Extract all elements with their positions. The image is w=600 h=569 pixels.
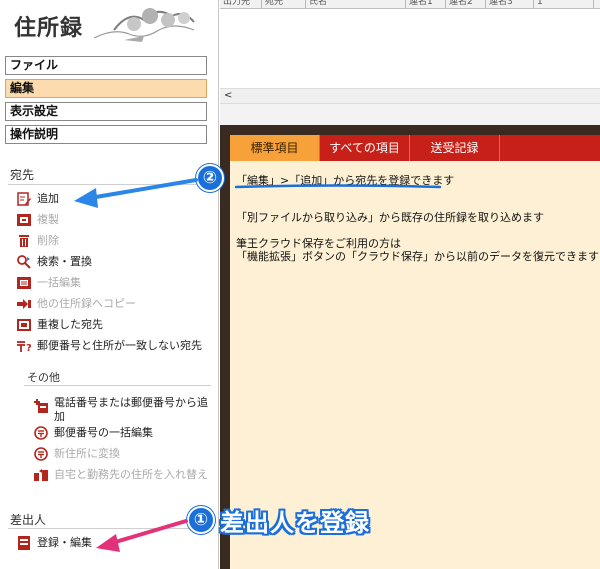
sidebar-item-copy-to-other[interactable]: 他の住所録へコピー bbox=[17, 295, 212, 313]
sidebar-item-postal-bulk-edit[interactable]: 郵便番号の一括編集 bbox=[34, 424, 212, 442]
swap-address-icon bbox=[34, 469, 48, 481]
duplicate-recipient-icon bbox=[17, 319, 31, 331]
grid-header: 出力先 宛先 氏名 連名1 連名2 連名3 1 bbox=[220, 0, 600, 9]
section-divider bbox=[24, 385, 211, 386]
info-line-import: 「別ファイルから取り込み」から既存の住所録を取り込めます bbox=[236, 211, 544, 224]
panel-gap bbox=[220, 104, 600, 125]
tab-bar: 標準項目 すべての項目 送受記録 bbox=[230, 135, 600, 161]
annotation-number-2: ② bbox=[196, 164, 224, 192]
column-header[interactable]: 宛先 bbox=[262, 0, 306, 8]
sidebar-item-search-replace[interactable]: 検索・置換 bbox=[17, 253, 212, 271]
add-edit-icon bbox=[17, 192, 31, 206]
menu-edit[interactable]: 編集 bbox=[5, 79, 207, 98]
sidebar-item-label: 自宅と勤務先の住所を入れ替え bbox=[54, 468, 208, 481]
sidebar-item-label: 重複した宛先 bbox=[37, 318, 103, 331]
info-line-cloud-restore: 「機能拡張」ボタンの「クラウド保存」から以前のデータを復元できます bbox=[236, 250, 599, 263]
annotation-arrow-pink-icon bbox=[96, 519, 188, 552]
sidebar-item-label: 一括編集 bbox=[37, 276, 81, 289]
tab-all-items[interactable]: すべての項目 bbox=[320, 135, 410, 161]
menu-file[interactable]: ファイル bbox=[5, 56, 207, 75]
postal-mismatch-icon: ? bbox=[17, 341, 31, 353]
column-header[interactable]: 連名2 bbox=[446, 0, 486, 8]
bulk-edit-icon bbox=[17, 277, 31, 289]
sidebar-item-bulk-edit[interactable]: 一括編集 bbox=[17, 274, 212, 292]
annotation-arrow-blue-icon bbox=[74, 178, 198, 208]
sidebar-item-duplicate[interactable]: 複製 bbox=[17, 211, 212, 229]
sidebar-item-delete[interactable]: 削除 bbox=[17, 232, 212, 250]
section-title-recipient: 宛先 bbox=[10, 168, 35, 182]
duplicate-icon bbox=[17, 214, 31, 226]
sidebar-item-label: 削除 bbox=[37, 234, 59, 247]
copy-arrow-icon bbox=[17, 299, 31, 309]
horizontal-scrollbar[interactable]: < bbox=[220, 88, 600, 104]
sidebar-item-swap-addresses[interactable]: 自宅と勤務先の住所を入れ替え bbox=[34, 466, 212, 484]
column-header[interactable]: 連名3 bbox=[486, 0, 534, 8]
sidebar-item-duplicate-recipients[interactable]: 重複した宛先 bbox=[17, 316, 212, 334]
sender-register-icon bbox=[18, 536, 30, 550]
trash-icon bbox=[19, 235, 29, 247]
phone-add-icon bbox=[34, 399, 48, 413]
sidebar-item-label: 追加 bbox=[37, 192, 59, 205]
menu-help[interactable]: 操作説明 bbox=[5, 125, 207, 144]
scroll-left-icon[interactable]: < bbox=[224, 89, 232, 103]
section-title-sender: 差出人 bbox=[10, 513, 47, 527]
annotation-number-1: ① bbox=[187, 506, 215, 534]
sidebar-item-label: 他の住所録へコピー bbox=[37, 297, 136, 310]
tab-send-receive-log[interactable]: 送受記録 bbox=[410, 135, 500, 161]
column-header[interactable]: 出力先 bbox=[220, 0, 262, 8]
search-replace-icon bbox=[17, 255, 31, 269]
svg-text:?: ? bbox=[26, 343, 31, 353]
postal-mark-icon bbox=[34, 426, 48, 440]
sidebar-item-label: 複製 bbox=[37, 213, 59, 226]
sidebar: 住所録 ファイル 編集 表示設定 操作説明 宛先 追加 複製 削除 検索・置換 … bbox=[0, 0, 219, 569]
sidebar-item-label: 郵便番号の一括編集 bbox=[54, 426, 153, 439]
column-header[interactable]: 氏名 bbox=[306, 0, 406, 8]
pine-logo-icon bbox=[93, 8, 195, 42]
sidebar-item-label: 郵便番号と住所が一致しない宛先 bbox=[37, 339, 202, 352]
sidebar-item-add-from-phone-postal[interactable]: 電話番号または郵便番号から追加 bbox=[34, 394, 212, 424]
column-header[interactable]: 1 bbox=[534, 0, 594, 8]
annotation-register-sender: 差出人を登録 bbox=[220, 509, 370, 537]
sidebar-item-postal-mismatch[interactable]: ? 郵便番号と住所が一致しない宛先 bbox=[17, 337, 212, 355]
column-header[interactable]: 連名1 bbox=[406, 0, 446, 8]
postal-convert-icon bbox=[34, 447, 48, 461]
menu-display-settings[interactable]: 表示設定 bbox=[5, 102, 207, 121]
tab-standard-items[interactable]: 標準項目 bbox=[230, 135, 320, 161]
section-title-other: その他 bbox=[27, 371, 60, 384]
annotation-underline bbox=[234, 184, 442, 189]
sidebar-item-convert-new-address[interactable]: 新住所に変換 bbox=[34, 445, 212, 463]
app-title: 住所録 bbox=[14, 16, 84, 41]
sidebar-item-label: 電話番号または郵便番号から追加 bbox=[54, 396, 208, 423]
sidebar-item-label: 新住所に変換 bbox=[54, 447, 120, 460]
sidebar-item-label: 検索・置換 bbox=[37, 255, 92, 268]
sidebar-item-label: 登録・編集 bbox=[37, 536, 92, 549]
